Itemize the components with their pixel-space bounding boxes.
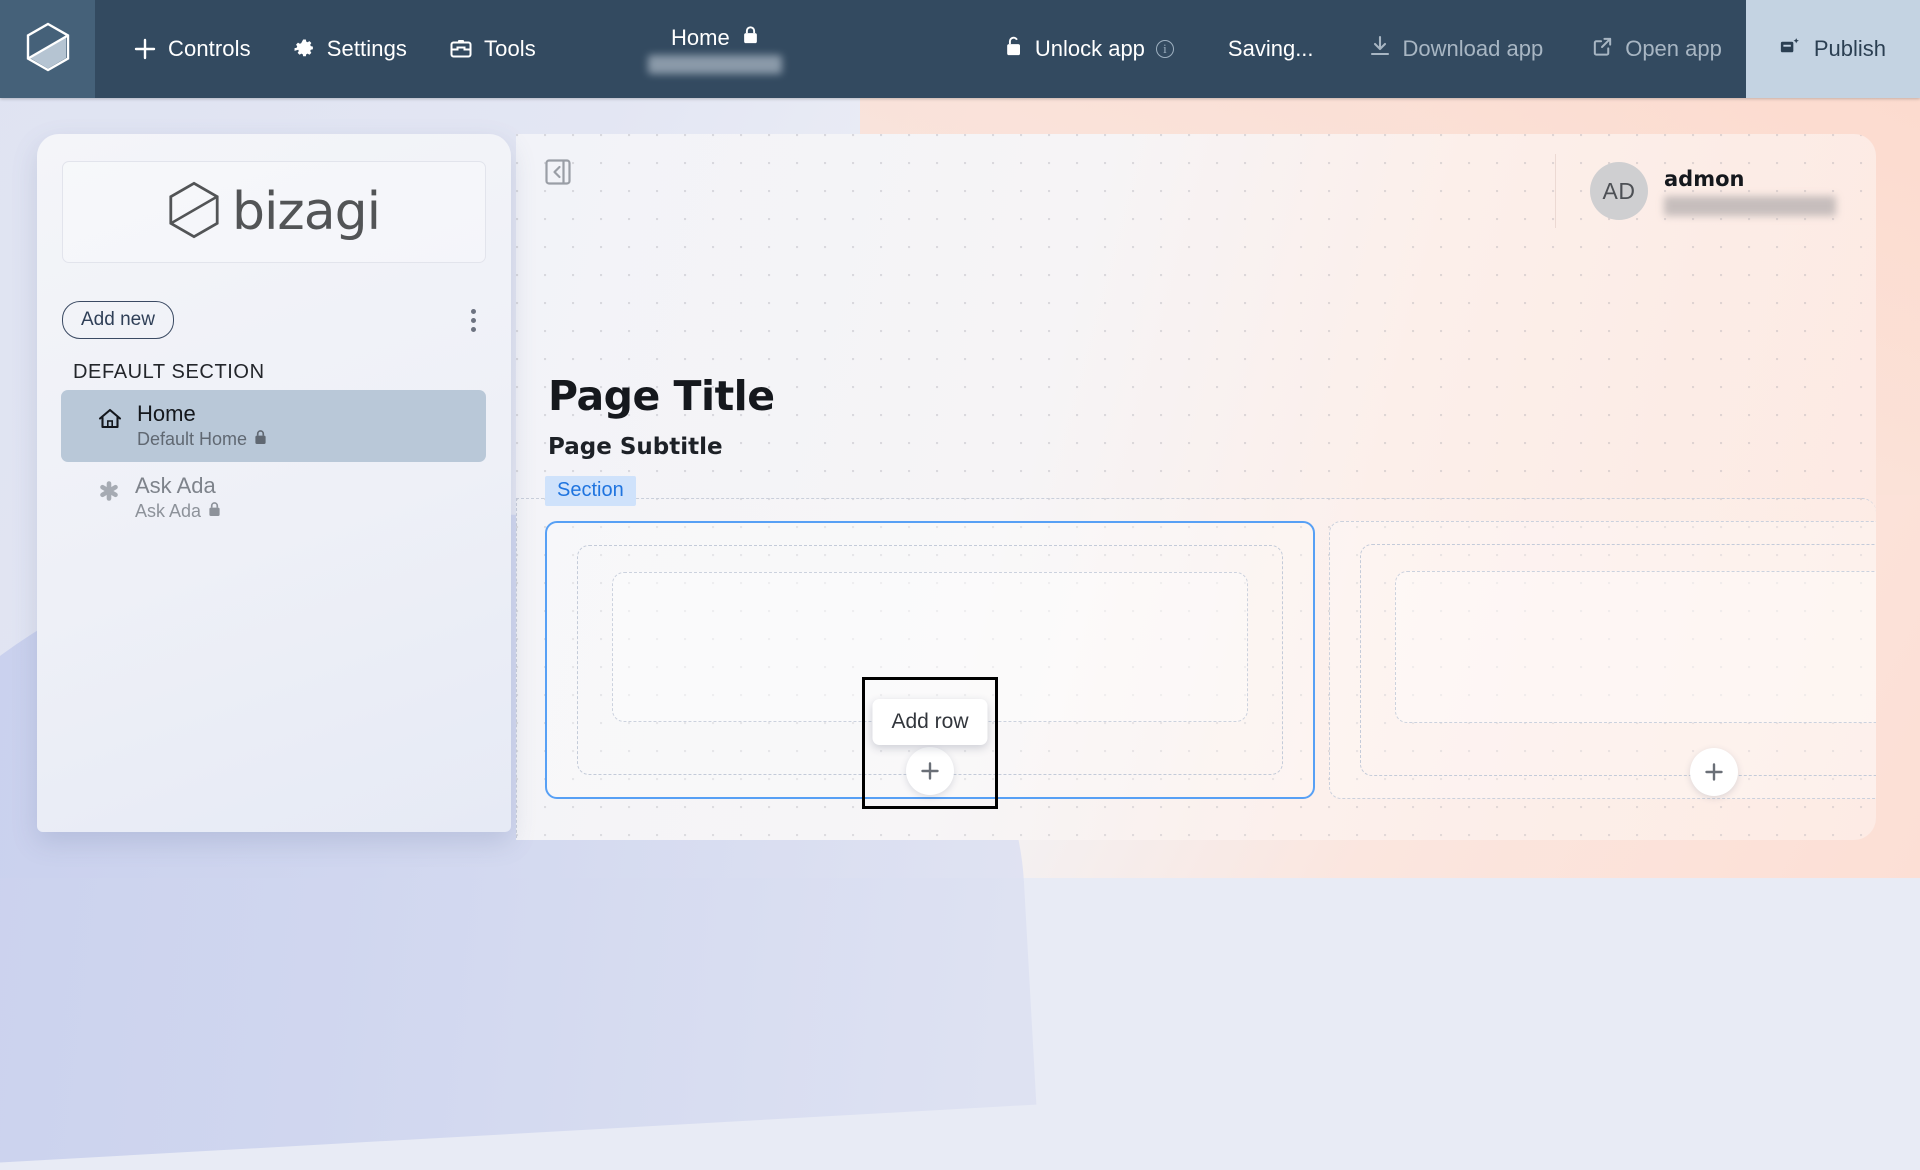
sidebar-item-home[interactable]: Home Default Home xyxy=(61,390,486,462)
tools-menu-button[interactable]: Tools xyxy=(431,26,554,72)
unlock-app-label: Unlock app xyxy=(1035,36,1145,62)
avatar: AD xyxy=(1590,162,1648,220)
add-row-button[interactable] xyxy=(906,747,954,795)
section-container[interactable]: Section Add row xyxy=(516,498,1876,840)
sidebar-section-header: DEFAULT SECTION xyxy=(37,361,511,384)
page-subtitle: Page Subtitle xyxy=(548,434,723,460)
top-toolbar: Controls Settings Tools xyxy=(0,0,1920,98)
column-left-selected[interactable]: Add row xyxy=(545,521,1315,799)
controls-menu-label: Controls xyxy=(168,36,251,62)
publish-button[interactable]: Publish xyxy=(1746,0,1920,98)
current-page-chip[interactable]: Home xyxy=(648,0,782,98)
plus-icon xyxy=(133,37,157,61)
asterisk-icon xyxy=(97,479,121,508)
user-profile-block[interactable]: AD admon xyxy=(1555,154,1836,228)
sidebar-item-ask-ada-title: Ask Ada xyxy=(135,473,221,499)
page-design-canvas: AD admon Page Title Page Subtitle Sectio… xyxy=(516,134,1876,840)
bizagi-hexagon-icon xyxy=(168,181,220,244)
tools-menu-label: Tools xyxy=(484,36,536,62)
more-vertical-icon[interactable] xyxy=(461,303,486,338)
toolbox-icon xyxy=(449,37,473,61)
lock-icon xyxy=(208,501,221,522)
toolbar-menu-group: Controls Settings Tools xyxy=(95,0,554,98)
sidebar-brand-logo: bizagi xyxy=(62,161,486,263)
gear-icon xyxy=(293,38,316,61)
download-app-label: Download app xyxy=(1403,36,1544,62)
app-logo-button[interactable] xyxy=(0,0,95,98)
sidebar-brand-text: bizagi xyxy=(232,182,380,242)
home-icon xyxy=(97,407,123,436)
settings-menu-label: Settings xyxy=(327,36,407,62)
download-icon xyxy=(1368,34,1392,64)
unlock-icon xyxy=(1005,35,1024,63)
page-title: Page Title xyxy=(548,372,775,420)
row-placeholder[interactable] xyxy=(1360,544,1876,776)
sidebar-actions-row: Add new xyxy=(62,301,486,339)
download-app-button[interactable]: Download app xyxy=(1344,0,1568,98)
bizagi-hexagon-icon xyxy=(26,22,70,77)
info-icon[interactable]: i xyxy=(1156,40,1174,58)
toolbar-right-group: Unlock app i Saving... Download app Open… xyxy=(981,0,1920,98)
controls-menu-button[interactable]: Controls xyxy=(115,26,269,72)
settings-menu-button[interactable]: Settings xyxy=(275,26,425,72)
sidebar-item-ask-ada-subtitle: Ask Ada xyxy=(135,501,201,522)
current-page-label: Home xyxy=(671,25,730,51)
cell-placeholder[interactable] xyxy=(1395,571,1876,723)
add-row-button[interactable] xyxy=(1690,748,1738,796)
sidebar-item-home-subtitle: Default Home xyxy=(137,429,247,450)
sidebar-item-ask-ada[interactable]: Ask Ada Ask Ada xyxy=(61,462,486,534)
left-sidebar-panel: bizagi Add new DEFAULT SECTION Home Defa… xyxy=(37,134,511,832)
user-email-redacted xyxy=(1664,196,1836,216)
publish-label: Publish xyxy=(1814,36,1886,62)
section-label-badge: Section xyxy=(545,476,636,506)
open-app-button[interactable]: Open app xyxy=(1567,0,1746,98)
section-columns: Add row xyxy=(545,521,1876,799)
column-right[interactable] xyxy=(1329,521,1876,799)
lock-icon xyxy=(254,429,267,450)
external-link-icon xyxy=(1591,35,1614,64)
sidebar-item-home-title: Home xyxy=(137,401,267,427)
publish-icon xyxy=(1778,35,1801,64)
page-subtitle-redacted xyxy=(648,55,782,74)
open-app-label: Open app xyxy=(1625,36,1722,62)
lock-icon xyxy=(742,25,759,51)
user-name: admon xyxy=(1664,167,1836,191)
unlock-app-button[interactable]: Unlock app i xyxy=(981,0,1198,98)
add-row-tooltip: Add row xyxy=(872,699,987,745)
add-new-button[interactable]: Add new xyxy=(62,301,174,339)
collapse-panel-icon[interactable] xyxy=(544,158,572,186)
save-status-text: Saving... xyxy=(1198,0,1344,98)
